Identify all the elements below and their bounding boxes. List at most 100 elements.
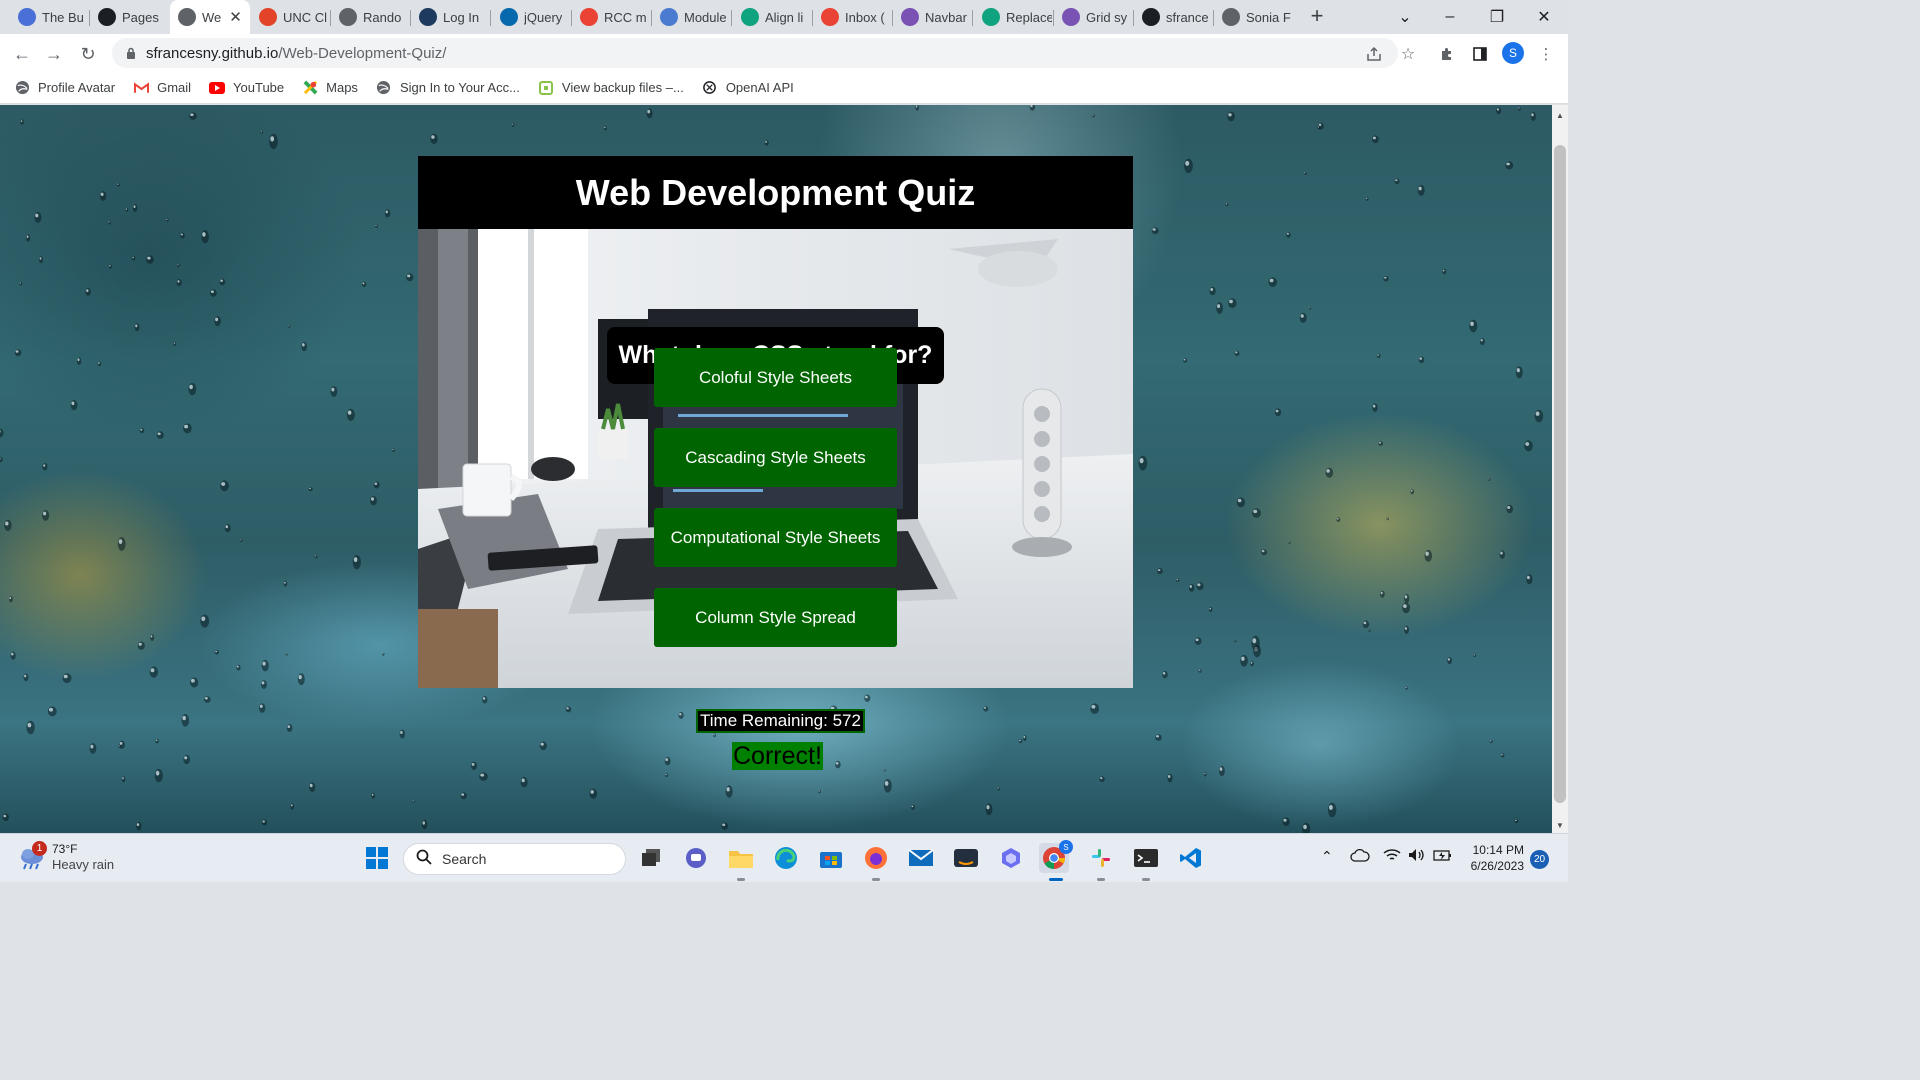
bookmark-item[interactable]: Maps [302, 80, 358, 96]
browser-tab[interactable]: We ✕ [170, 0, 250, 34]
bookmark-item[interactable]: YouTube [209, 80, 284, 96]
task-view-icon[interactable] [636, 843, 666, 873]
running-indicator [1142, 878, 1150, 881]
running-indicator [1097, 878, 1105, 881]
chrome-profile-badge: S [1059, 840, 1073, 854]
weather-temperature: 73°F [52, 842, 78, 856]
browser-tab[interactable]: Rando [331, 4, 409, 30]
browser-tab[interactable]: UNC Cl [251, 4, 329, 30]
answer-button-3[interactable]: Computational Style Sheets [654, 508, 897, 567]
edge-browser-icon[interactable] [771, 843, 801, 873]
battery-charging-icon[interactable] [1433, 848, 1453, 865]
url-text[interactable]: sfrancesny.github.io/Web-Development-Qui… [146, 45, 446, 62]
forward-icon[interactable]: → [41, 41, 67, 67]
windows-start-icon[interactable] [362, 843, 392, 873]
tab-label: Pages [122, 9, 159, 25]
copilot-app-icon[interactable] [996, 843, 1026, 873]
microsoft-store-icon[interactable] [816, 843, 846, 873]
maps-logo-icon [302, 80, 318, 96]
browser-tab[interactable]: Sonia F [1214, 4, 1292, 30]
windows-taskbar: 1 73°F Heavy rain Search S ⌃ 10:14 PM 6/… [0, 833, 1568, 882]
scroll-down-arrow-icon[interactable]: ▼ [1552, 817, 1568, 833]
volume-icon[interactable] [1408, 848, 1426, 865]
share-icon[interactable] [1364, 44, 1384, 64]
bookmark-item[interactable]: OpenAI API [702, 80, 794, 96]
close-tab-icon[interactable]: ✕ [229, 8, 242, 26]
menu-kebab-icon[interactable]: ⋮ [1535, 43, 1557, 65]
bookmark-item[interactable]: Sign In to Your Acc... [376, 80, 520, 96]
clock-time: 10:14 PM [1472, 843, 1524, 857]
onedrive-cloud-icon[interactable] [1350, 848, 1370, 865]
maximize-window-icon[interactable]: ❐ [1474, 0, 1520, 34]
gmail-logo-icon [580, 8, 598, 26]
tab-label: We [202, 9, 222, 25]
browser-tab[interactable]: RCC m [572, 4, 650, 30]
blue-logo-icon [18, 8, 36, 26]
terminal-icon[interactable] [1131, 843, 1161, 873]
url-domain: sfrancesny.github.io [146, 44, 279, 62]
bookmark-item[interactable]: View backup files –... [538, 80, 684, 96]
amazon-icon[interactable] [951, 843, 981, 873]
show-hidden-icons-icon[interactable]: ⌃ [1321, 848, 1333, 865]
bookmark-star-icon[interactable]: ☆ [1398, 44, 1418, 64]
minimize-window-icon[interactable]: – [1427, 0, 1473, 34]
browser-toolbar: ← → ↻ sfrancesny.github.io/Web-Developme… [0, 34, 1568, 72]
teams-chat-icon[interactable] [681, 843, 711, 873]
profile-avatar-button[interactable]: S [1502, 42, 1524, 64]
close-window-icon[interactable]: ✕ [1521, 0, 1567, 34]
vscode-icon[interactable] [1176, 843, 1206, 873]
browser-tab[interactable]: Log In [411, 4, 489, 30]
notification-count-badge[interactable]: 20 [1530, 850, 1549, 869]
weather-widget[interactable]: 1 73°F Heavy rain [18, 841, 114, 873]
backup-logo-icon [538, 80, 554, 96]
time-remaining: Time Remaining: 572 [696, 709, 865, 733]
extensions-icon[interactable] [1436, 43, 1458, 65]
tab-label: The Bu [42, 9, 84, 25]
browser-tab[interactable]: Replace [974, 4, 1052, 30]
openai-logo-icon [741, 8, 759, 26]
browser-tab[interactable]: Pages [90, 4, 168, 30]
bookmark-item[interactable]: Profile Avatar [14, 80, 115, 96]
browser-tab[interactable]: Inbox ( [813, 4, 891, 30]
reload-icon[interactable]: ↻ [75, 41, 101, 67]
file-explorer-icon[interactable] [726, 843, 756, 873]
answer-button-4[interactable]: Column Style Spread [654, 588, 897, 647]
bookmark-item[interactable]: Gmail [133, 80, 191, 96]
tab-search-chevron-icon[interactable]: ⌄ [1382, 0, 1428, 34]
browser-tab[interactable]: The Bu [10, 4, 88, 30]
taskbar-clock[interactable]: 10:14 PM 6/26/2023 [1462, 842, 1524, 874]
firefox-icon[interactable] [861, 843, 891, 873]
wifi-icon[interactable] [1383, 848, 1401, 865]
globe-icon [376, 80, 392, 96]
new-tab-button[interactable]: + [1305, 3, 1329, 28]
browser-tab[interactable]: jQuery [492, 4, 570, 30]
weather-condition: Heavy rain [52, 857, 115, 872]
bookmark-label: Gmail [157, 80, 192, 95]
browser-tab[interactable]: Align li [733, 4, 811, 30]
scroll-up-arrow-icon[interactable]: ▲ [1552, 107, 1568, 123]
gmail-logo-icon [133, 80, 149, 96]
browser-tab[interactable]: sfrance [1134, 4, 1212, 30]
side-panel-icon[interactable] [1469, 43, 1491, 65]
running-indicator [737, 878, 745, 881]
github-logo-icon [1142, 8, 1160, 26]
bootstrap-logo-icon [1062, 8, 1080, 26]
lock-icon[interactable] [122, 44, 140, 62]
address-bar[interactable]: sfrancesny.github.io/Web-Development-Qui… [112, 38, 1415, 68]
browser-tab[interactable]: Navbar [893, 4, 971, 30]
answer-button-1[interactable]: Coloful Style Sheets [654, 348, 897, 407]
openai-logo-icon [982, 8, 1000, 26]
running-indicator [872, 878, 880, 881]
scrollbar-thumb[interactable] [1554, 145, 1566, 803]
tab-separator [731, 10, 732, 26]
slack-icon[interactable] [1086, 843, 1116, 873]
browser-tab[interactable]: Module [652, 4, 730, 30]
openai-logo-icon [702, 80, 718, 96]
taskbar-search[interactable]: Search [403, 843, 626, 875]
answer-button-2[interactable]: Cascading Style Sheets [654, 428, 897, 487]
tab-label: Replace [1006, 9, 1052, 25]
mail-icon[interactable] [906, 843, 936, 873]
gitlab-logo-icon [259, 8, 277, 26]
browser-tab[interactable]: Grid sy [1054, 4, 1132, 30]
back-icon[interactable]: ← [9, 41, 35, 67]
